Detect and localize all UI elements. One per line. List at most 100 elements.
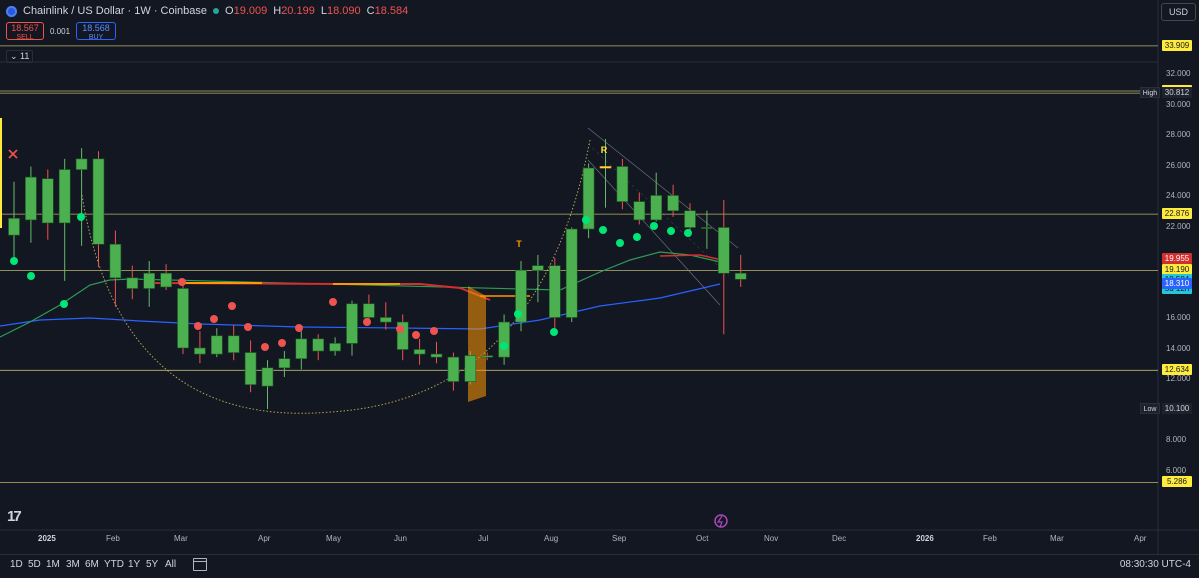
candle-body [430, 353, 443, 358]
price-tick-label: 6.000 [1166, 465, 1187, 475]
candle-body [295, 338, 308, 359]
r-marker-label: R [601, 145, 608, 155]
candle-body [126, 277, 139, 289]
ohlc-low: L18.090 [320, 5, 361, 17]
bearish-signal-dot [278, 339, 286, 347]
time-tick-label: Apr [258, 534, 271, 543]
price-level-tag[interactable]: 22.876 [1162, 208, 1192, 220]
bottom-toolbar: 1D 5D 1M 3M 6M YTD 1Y 5Y All 08:30:30 UTC-4 [0, 554, 1199, 578]
channel-upper-line [587, 127, 739, 249]
bearish-signal-dot [228, 302, 236, 310]
sell-button[interactable]: 18.567 SELL [6, 22, 44, 41]
candle-body [244, 352, 257, 385]
time-tick-label: Mar [1050, 534, 1064, 543]
price-tick-label: 12.000 [1166, 374, 1191, 383]
time-tick-label: Sep [612, 534, 627, 543]
bearish-signal-dot [430, 327, 438, 335]
candle-body [379, 317, 392, 323]
bullish-signal-dot [77, 213, 85, 221]
time-tick-label: May [326, 534, 342, 543]
spread-value: 0.001 [50, 26, 71, 36]
chart-area[interactable]: RT [0, 0, 1199, 577]
bearish-signal-dot [261, 343, 269, 351]
ema-mid-line [0, 251, 721, 338]
cup-pattern-arc [81, 139, 591, 414]
bearish-signal-dot [412, 331, 420, 339]
breakout-zone [468, 286, 486, 402]
timeframe-button[interactable]: 1M [46, 559, 60, 570]
bearish-signal-dot [363, 318, 371, 326]
candle-body [650, 195, 663, 221]
candle-body [363, 303, 375, 318]
time-tick-label: Jul [478, 534, 489, 543]
t-marker-label: T [516, 239, 522, 249]
price-level-tag[interactable]: 18.310 [1162, 277, 1192, 289]
timeframe-button[interactable]: YTD [104, 559, 124, 570]
bullish-signal-dot [10, 257, 18, 265]
price-chart[interactable]: RT [0, 0, 1199, 577]
candle-body [532, 265, 544, 271]
candle-body [565, 228, 578, 318]
bearish-signal-dot [210, 315, 218, 323]
high-value: 30.812 [1162, 87, 1192, 99]
timeframe-button[interactable]: 1D [10, 559, 23, 570]
candle-body [25, 176, 37, 221]
timeframe-button[interactable]: 3M [66, 559, 80, 570]
low-label: Low [1140, 402, 1160, 414]
buy-price: 18.568 [82, 23, 110, 33]
price-tick-label: 28.000 [1166, 130, 1191, 139]
candle-body [616, 166, 629, 202]
candle-body [278, 358, 291, 369]
bullish-signal-dot [667, 227, 675, 235]
candle-body [109, 243, 122, 279]
timeframe-button[interactable]: 5Y [146, 559, 158, 570]
candle-body [92, 158, 105, 245]
indicators-toggle[interactable]: ⌄ 11 [6, 50, 34, 63]
indicators-count: 11 [20, 51, 30, 61]
price-level-tag[interactable]: 33.909 [1162, 39, 1192, 51]
price-level-tag[interactable]: 19.955 [1162, 252, 1192, 264]
price-level-tag[interactable]: 12.634 [1162, 364, 1192, 376]
price-tick-label: 32.000 [1166, 69, 1191, 78]
high-label: High [1140, 87, 1160, 99]
time-tick-label: Feb [106, 534, 120, 543]
market-status-icon [213, 8, 220, 14]
currency-select[interactable]: USD [1161, 3, 1196, 21]
symbol-legend: Chainlink / US Dollar · 1W · Coinbase O1… [6, 3, 408, 19]
lightning-icon [716, 515, 723, 528]
calendar-icon[interactable] [193, 558, 207, 571]
timeframe-button[interactable]: 6M [85, 559, 99, 570]
candle-body [312, 338, 325, 352]
clock-display[interactable]: 08:30:30 UTC-4 [1120, 559, 1191, 570]
candle-body [8, 218, 20, 236]
candle-body [75, 158, 88, 170]
low-value: 10.100 [1162, 402, 1192, 414]
timeframe-button[interactable]: 5D [28, 559, 41, 570]
bullish-signal-dot [582, 216, 590, 224]
bearish-signal-dot [178, 278, 186, 286]
ohlc-open: O19.009 [225, 5, 268, 17]
time-tick-label: Dec [832, 534, 847, 543]
timeframe-button[interactable]: All [165, 559, 176, 570]
candle-body [667, 195, 679, 212]
time-tick-label: Aug [544, 534, 559, 543]
price-level-tag[interactable]: 5.286 [1162, 476, 1192, 488]
time-tick-label: Apr [1134, 534, 1147, 543]
time-tick-label: Feb [983, 534, 997, 543]
candle-body [684, 210, 696, 228]
timeframe-button[interactable]: 1Y [128, 559, 140, 570]
time-tick-label: 2025 [38, 534, 56, 543]
bullish-signal-dot [684, 229, 692, 237]
symbol-title[interactable]: Chainlink / US Dollar · 1W · Coinbase [23, 5, 207, 17]
price-tick-label: 16.000 [1166, 313, 1191, 322]
chainlink-logo-icon [6, 5, 17, 17]
buy-button[interactable]: 18.568 BUY [76, 22, 117, 41]
tradingview-logo-icon[interactable]: 17 [7, 508, 22, 525]
bullish-signal-dot [550, 328, 558, 336]
candle-body [211, 335, 223, 355]
candle-body [717, 227, 730, 274]
candle-body [227, 335, 240, 353]
bearish-signal-dot [194, 322, 202, 330]
channel-lower-line [587, 159, 721, 306]
candle-body [160, 272, 172, 288]
